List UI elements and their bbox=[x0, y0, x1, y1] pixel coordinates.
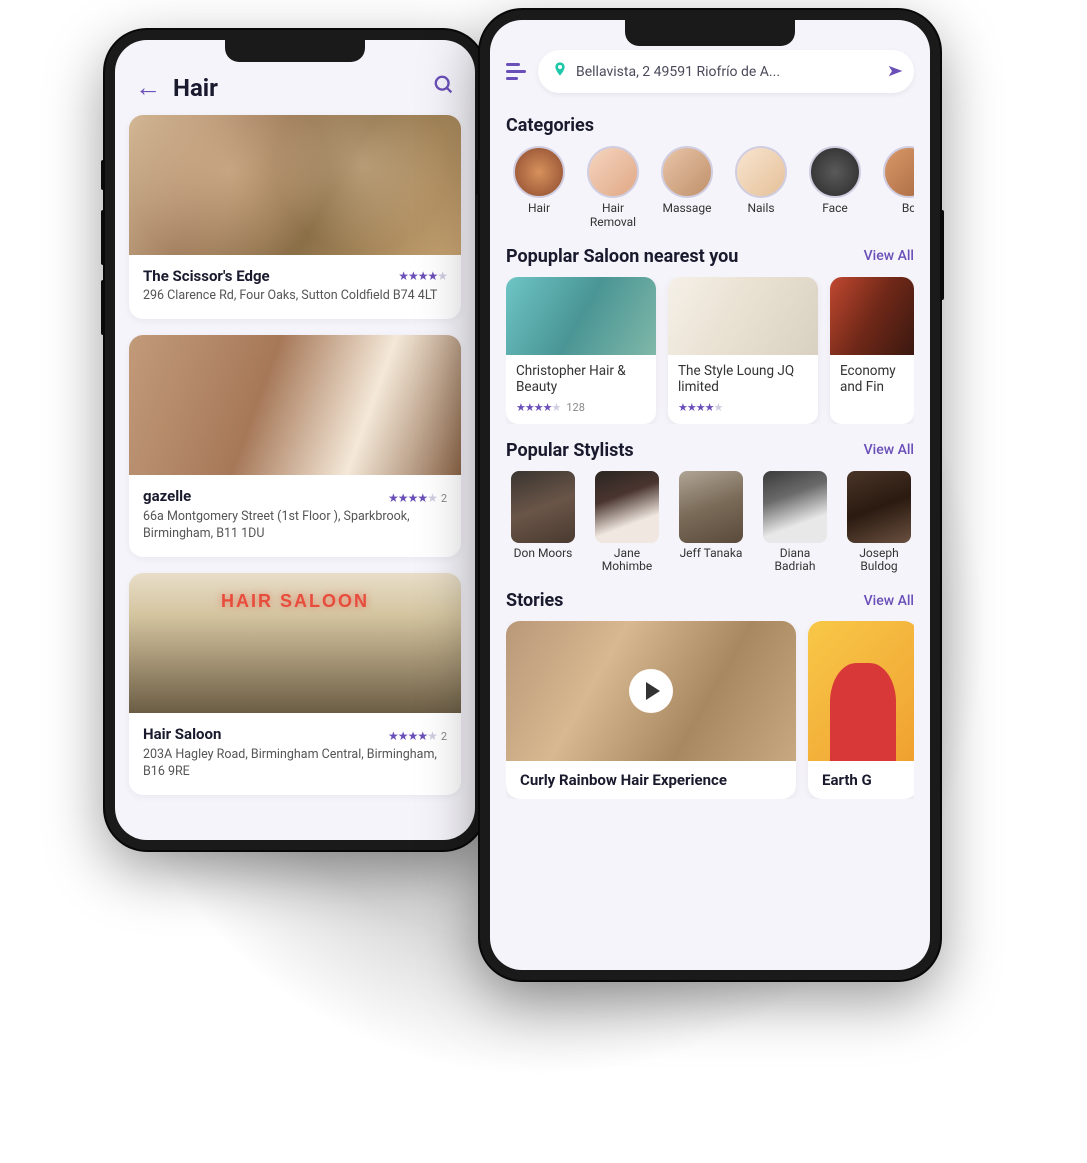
section-title: Popular Stylists bbox=[506, 440, 634, 461]
stylist-item[interactable]: Jeff Tanaka bbox=[674, 471, 748, 575]
category-row[interactable]: Hair Hair Removal Massage Nails Face Bo bbox=[506, 146, 914, 230]
play-icon[interactable] bbox=[629, 669, 673, 713]
story-card[interactable]: Earth G bbox=[808, 621, 914, 799]
saloon-image bbox=[668, 277, 818, 355]
salon-name: The Scissor's Edge bbox=[143, 267, 270, 285]
salon-image bbox=[129, 115, 461, 255]
story-card[interactable]: Curly Rainbow Hair Experience bbox=[506, 621, 796, 799]
category-face[interactable]: Face bbox=[802, 146, 868, 230]
rating-row: ★★★★★ 2 bbox=[388, 487, 447, 506]
story-title: Curly Rainbow Hair Experience bbox=[506, 761, 796, 799]
stylist-photo bbox=[511, 471, 575, 543]
notch bbox=[625, 20, 795, 46]
section-title: Popuplar Saloon nearest you bbox=[506, 246, 738, 267]
stories-section: Stories View All Curly Rainbow Hair Expe… bbox=[490, 580, 930, 805]
saloon-image bbox=[506, 277, 656, 355]
back-icon[interactable]: ← bbox=[135, 72, 161, 103]
rating-row: ★★★★★ 2 bbox=[388, 725, 447, 744]
saloon-name: The Style Loung JQ limited bbox=[678, 363, 808, 397]
navigate-icon[interactable] bbox=[879, 59, 904, 84]
notch bbox=[225, 40, 365, 62]
saloon-image bbox=[830, 277, 914, 355]
salon-card[interactable]: The Scissor's Edge ★★★★★ 296 Clarence Rd… bbox=[129, 115, 461, 319]
location-text: Bellavista, 2 49591 Riofrío de A... bbox=[576, 64, 876, 80]
saloon-card[interactable]: Christopher Hair & Beauty ★★★★★128 bbox=[506, 277, 656, 424]
story-title: Earth G bbox=[808, 761, 914, 799]
saloon-section: Popuplar Saloon nearest you View All Chr… bbox=[490, 236, 930, 430]
phone-left: ← Hair The Scissor's Edge ★★★★★ 296 Clar… bbox=[105, 30, 485, 850]
salon-card[interactable]: gazelle ★★★★★ 2 66a Montgomery Street (1… bbox=[129, 335, 461, 557]
salon-list: The Scissor's Edge ★★★★★ 296 Clarence Rd… bbox=[115, 115, 475, 795]
category-thumb bbox=[661, 146, 713, 198]
category-thumb bbox=[883, 146, 914, 198]
story-image bbox=[506, 621, 796, 761]
menu-icon[interactable] bbox=[506, 63, 528, 80]
stylist-row[interactable]: Don Moors Jane Mohimbe Jeff Tanaka Diana… bbox=[506, 471, 914, 575]
stylists-section: Popular Stylists View All Don Moors Jane… bbox=[490, 430, 930, 581]
salon-image: HAIR SALOON bbox=[129, 573, 461, 713]
salon-address: 203A Hagley Road, Birmingham Central, Bi… bbox=[143, 746, 447, 781]
saloon-name: Economy and Fin bbox=[840, 363, 904, 397]
stylist-photo bbox=[679, 471, 743, 543]
rating-stars: ★★★★★ bbox=[398, 269, 447, 283]
section-title: Stories bbox=[506, 590, 563, 611]
view-all-link[interactable]: View All bbox=[864, 442, 914, 458]
saloon-row[interactable]: Christopher Hair & Beauty ★★★★★128 The S… bbox=[506, 277, 914, 424]
salon-name: Hair Saloon bbox=[143, 725, 221, 743]
rating-row: ★★★★★ bbox=[678, 401, 808, 414]
stylist-photo bbox=[595, 471, 659, 543]
category-thumb bbox=[513, 146, 565, 198]
category-hair[interactable]: Hair bbox=[506, 146, 572, 230]
salon-address: 66a Montgomery Street (1st Floor ), Spar… bbox=[143, 508, 447, 543]
category-thumb bbox=[735, 146, 787, 198]
section-title: Categories bbox=[506, 115, 594, 136]
category-nails[interactable]: Nails bbox=[728, 146, 794, 230]
category-body[interactable]: Bo bbox=[876, 146, 914, 230]
saloon-card[interactable]: Economy and Fin bbox=[830, 277, 914, 424]
story-row[interactable]: Curly Rainbow Hair Experience Earth G bbox=[506, 621, 914, 799]
stylist-item[interactable]: Don Moors bbox=[506, 471, 580, 575]
category-thumb bbox=[809, 146, 861, 198]
search-icon[interactable] bbox=[433, 74, 455, 102]
stylist-item[interactable]: Joseph Buldog bbox=[842, 471, 914, 575]
view-all-link[interactable]: View All bbox=[864, 593, 914, 609]
page-title: Hair bbox=[173, 74, 421, 102]
pin-icon bbox=[552, 59, 568, 84]
phone-right: Bellavista, 2 49591 Riofrío de A... Cate… bbox=[480, 10, 940, 980]
saloon-card[interactable]: The Style Loung JQ limited ★★★★★ bbox=[668, 277, 818, 424]
salon-name: gazelle bbox=[143, 487, 191, 505]
categories-section: Categories Hair Hair Removal Massage Nai… bbox=[490, 105, 930, 236]
stylist-item[interactable]: Diana Badriah bbox=[758, 471, 832, 575]
category-massage[interactable]: Massage bbox=[654, 146, 720, 230]
salon-address: 296 Clarence Rd, Four Oaks, Sutton Coldf… bbox=[143, 287, 447, 305]
rating-row: ★★★★★128 bbox=[516, 401, 646, 414]
stylist-item[interactable]: Jane Mohimbe bbox=[590, 471, 664, 575]
saloon-name: Christopher Hair & Beauty bbox=[516, 363, 646, 397]
salon-sign-text: HAIR SALOON bbox=[221, 591, 369, 612]
location-bar[interactable]: Bellavista, 2 49591 Riofrío de A... bbox=[538, 50, 914, 93]
stylist-photo bbox=[763, 471, 827, 543]
salon-card[interactable]: HAIR SALOON Hair Saloon ★★★★★ 2 203A Hag… bbox=[129, 573, 461, 795]
story-image bbox=[808, 621, 914, 761]
stylist-photo bbox=[847, 471, 911, 543]
salon-image bbox=[129, 335, 461, 475]
category-hair-removal[interactable]: Hair Removal bbox=[580, 146, 646, 230]
category-thumb bbox=[587, 146, 639, 198]
view-all-link[interactable]: View All bbox=[864, 248, 914, 264]
